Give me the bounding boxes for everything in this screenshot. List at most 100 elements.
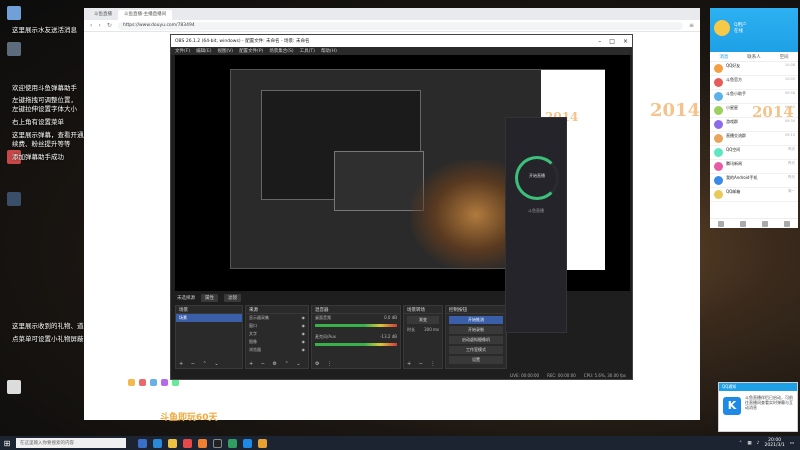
start-live-button[interactable]: 开始直播: [515, 156, 559, 200]
obs-menubar: 文件(F) 编辑(E) 视图(V) 配置文件(P) 场景集合(S) 工具(T) …: [171, 47, 632, 55]
promo-banner[interactable]: 斗鱼即玩60天: [160, 410, 218, 423]
menu-icon[interactable]: ≡: [689, 22, 694, 29]
gift-icon[interactable]: [128, 379, 135, 386]
menu-tools[interactable]: 工具(T): [300, 48, 315, 54]
windows-start-icon[interactable]: ⊞: [0, 436, 14, 450]
gift-icon[interactable]: [150, 379, 157, 386]
menu-view[interactable]: 视图(V): [217, 48, 233, 54]
scenes-dock: 场景 场景 + − ⌃ ⌄: [175, 305, 243, 369]
scenes-dock-actions[interactable]: + − ⌃ ⌄: [179, 361, 222, 367]
contact-name: QQ邮箱: [726, 189, 741, 194]
notification-toast[interactable]: QQ通知 K 斗鱼直播伴侣已启动，可前往直播间查看实时弹幕与互动消息: [718, 382, 798, 432]
scene-item[interactable]: 场景: [176, 314, 242, 322]
obs-statusbar: LIVE: 00:00:00 REC: 00:00:00 CPU: 5.6%, …: [171, 371, 632, 379]
overlay-line: 左键拖拽可调整位置，左键拉伸设置字体大小: [12, 96, 77, 113]
rec-time: REC: 00:00:00: [547, 372, 576, 378]
app-icon[interactable]: [198, 438, 207, 448]
avatar: [714, 92, 723, 101]
chevron-up-icon[interactable]: ⌃: [739, 441, 743, 446]
overlay-gift-line: 这里展示收到的礼物、道具: [12, 322, 90, 330]
forward-icon[interactable]: ›: [98, 22, 100, 29]
filters-button[interactable]: 滤镜: [224, 294, 241, 302]
address-bar[interactable]: https://www.douyu.com/783494: [117, 21, 683, 30]
close-icon[interactable]: ×: [623, 38, 628, 45]
obs-icon[interactable]: [213, 438, 222, 448]
list-item[interactable]: 腾讯新闻 昨天: [710, 160, 798, 174]
browser-tab-active[interactable]: 斗鱼直播-主播直播间: [118, 10, 173, 20]
start-recording-button[interactable]: 开始录制: [449, 326, 503, 334]
source-item[interactable]: 文字 ◉: [246, 330, 308, 338]
sources-dock: 来源 显示器采集 ◉ 窗口 ◉ 文字 ◉ 图像 ◉ 浏览器 ◉ + − ⚙ ⌃ ⌄: [245, 305, 309, 369]
tab-space[interactable]: 空间: [780, 54, 789, 60]
qq-settings-icon[interactable]: [740, 220, 746, 227]
network-icon[interactable]: ▦: [747, 441, 751, 446]
task-view-icon[interactable]: [138, 438, 147, 448]
qq-icon[interactable]: [243, 438, 252, 448]
qq-apps-icon[interactable]: [784, 220, 790, 227]
taskbar-search-input[interactable]: 在这里输入你要搜索的内容: [16, 438, 126, 448]
mixer-dock-actions[interactable]: ⚙ ⋮: [315, 361, 335, 367]
list-item[interactable]: 斗鱼小助手 09:58: [710, 90, 798, 104]
list-item[interactable]: 直播交流群 09:15: [710, 132, 798, 146]
desktop-icon-app-4[interactable]: [4, 192, 24, 207]
message-time: 10:05: [784, 77, 795, 81]
gift-icon[interactable]: [139, 379, 146, 386]
browser-toolbar: ‹ › ↻ https://www.douyu.com/783494 ≡: [84, 20, 700, 32]
source-item[interactable]: 浏览器 ◉: [246, 346, 308, 354]
qq-footer: [710, 218, 798, 228]
clock[interactable]: 20:00 2021/3/1: [765, 438, 785, 448]
menu-profile[interactable]: 配置文件(P): [239, 48, 263, 54]
sources-dock-actions[interactable]: + − ⚙ ⌃ ⌄: [249, 361, 304, 367]
notification-center-icon[interactable]: ▭: [790, 441, 794, 446]
overlay-line: 添加弹幕助手成功: [12, 153, 64, 161]
qq-files-icon[interactable]: [762, 220, 768, 227]
virtual-camera-button[interactable]: 启动虚拟摄像机: [449, 336, 503, 344]
gift-icon[interactable]: [172, 379, 179, 386]
menu-file[interactable]: 文件(F): [175, 48, 190, 54]
avatar[interactable]: [714, 20, 730, 36]
overlay-line: 这里展示弹幕，查看开通/续费、粉丝提升等等: [12, 131, 86, 148]
app-icon[interactable]: [183, 438, 192, 448]
properties-button[interactable]: 属性: [201, 294, 218, 302]
obs-titlebar: OBS 26.1.2 (64-bit, windows) - 配置文件: 未命名…: [171, 35, 632, 47]
live-companion-panel: 开始直播 斗鱼直播: [505, 117, 567, 333]
app-icon[interactable]: [228, 438, 237, 448]
folder-icon[interactable]: [168, 438, 177, 448]
volume-icon[interactable]: ♪: [757, 441, 760, 446]
desktop-icon-app-5[interactable]: [4, 380, 24, 395]
studio-mode-button[interactable]: 工作室模式: [449, 346, 503, 354]
tab-contacts[interactable]: 联系人: [747, 54, 761, 60]
source-item[interactable]: 窗口 ◉: [246, 322, 308, 330]
list-item[interactable]: 斗鱼官方 10:05: [710, 76, 798, 90]
douyu-icon[interactable]: [258, 438, 267, 448]
list-item[interactable]: QQ好友 10:08: [710, 62, 798, 76]
qq-menu-icon[interactable]: [718, 220, 724, 227]
settings-button[interactable]: 设置: [449, 356, 503, 364]
audio-meter[interactable]: [315, 343, 397, 346]
browser-tab[interactable]: 斗鱼直播: [88, 10, 118, 20]
desktop-icon-recycle-bin[interactable]: [4, 6, 24, 21]
list-item[interactable]: 我的Android手机 昨天: [710, 174, 798, 188]
gift-icon[interactable]: [161, 379, 168, 386]
back-icon[interactable]: ‹: [90, 22, 92, 29]
edge-icon[interactable]: [153, 438, 162, 448]
list-item[interactable]: QQ邮箱 周一: [710, 188, 798, 202]
menu-edit[interactable]: 编辑(E): [196, 48, 211, 54]
start-streaming-button[interactable]: 开始推流: [449, 316, 503, 324]
avatar: [714, 78, 723, 87]
maximize-icon[interactable]: □: [609, 38, 615, 45]
transition-select[interactable]: 渐变: [407, 316, 439, 324]
transition-duration[interactable]: 时长 300 ms: [404, 326, 442, 334]
tab-messages[interactable]: 消息: [719, 54, 728, 60]
source-item[interactable]: 图像 ◉: [246, 338, 308, 346]
desktop-icon-app-2[interactable]: [4, 42, 24, 57]
menu-scene-collection[interactable]: 场景集合(S): [269, 48, 293, 54]
transitions-dock-actions[interactable]: + − ⋮: [407, 361, 439, 367]
source-item[interactable]: 显示器采集 ◉: [246, 314, 308, 322]
gift-bar: [128, 379, 179, 386]
reload-icon[interactable]: ↻: [107, 22, 112, 29]
list-item[interactable]: QQ空间 昨天: [710, 146, 798, 160]
minimize-icon[interactable]: –: [598, 38, 601, 45]
menu-help[interactable]: 帮助(H): [321, 48, 337, 54]
audio-meter[interactable]: [315, 324, 397, 327]
